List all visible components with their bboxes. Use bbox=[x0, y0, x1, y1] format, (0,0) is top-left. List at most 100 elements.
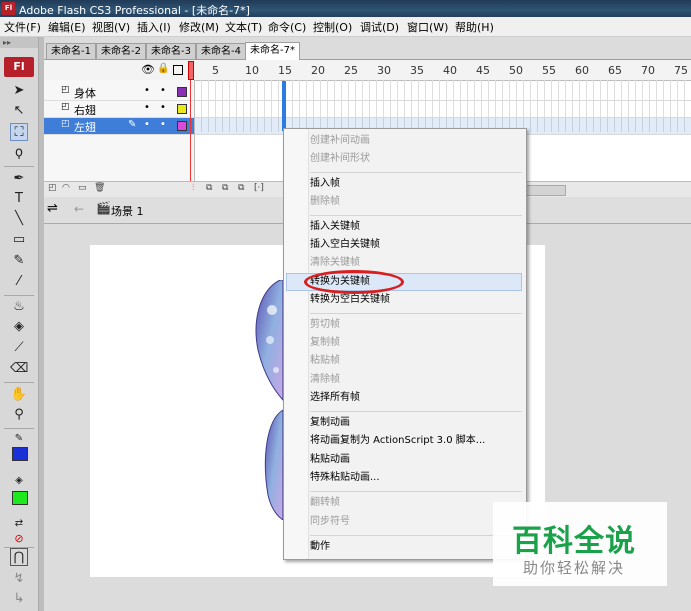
snap-to-objects-magnet-icon[interactable]: ⋂ bbox=[10, 548, 28, 566]
menu-commands[interactable]: 命令(C) bbox=[268, 19, 306, 35]
menu-edit[interactable]: 编辑(E) bbox=[48, 19, 86, 35]
menu-view[interactable]: 视图(V) bbox=[92, 19, 130, 35]
menu-item-insert-keyframe[interactable]: 插入关键帧 bbox=[310, 218, 360, 235]
pencil-tool-icon[interactable]: ✎ bbox=[10, 252, 28, 270]
menu-item-insert-blank-keyframe[interactable]: 插入空白关键帧 bbox=[310, 236, 380, 253]
tab-untitled-7[interactable]: 未命名-7* bbox=[245, 42, 300, 60]
menu-modify[interactable]: 修改(M) bbox=[179, 19, 219, 35]
center-frame-icon[interactable]: ⫶ bbox=[192, 183, 194, 193]
delete-layer-trash-icon[interactable]: 🗑 bbox=[94, 183, 105, 193]
frames-grid[interactable] bbox=[195, 80, 691, 135]
zoom-tool-icon[interactable]: ⚲ bbox=[10, 406, 28, 424]
menu-separator bbox=[310, 535, 522, 536]
insert-folder-icon[interactable]: ▭ bbox=[78, 183, 87, 193]
layer-row-left-wing[interactable]: ◰ 左翅 ✎ • • bbox=[44, 118, 194, 135]
add-motion-guide-icon[interactable]: ◠ bbox=[62, 183, 70, 193]
layer-row-body[interactable]: ◰ 身体 • • bbox=[44, 84, 194, 101]
no-color-icon[interactable]: ⊘ bbox=[10, 530, 28, 548]
insert-layer-icon[interactable]: ◰ bbox=[48, 183, 57, 193]
eyedropper-tool-icon[interactable]: ⟋ bbox=[10, 339, 28, 357]
timeline-toggle-icon[interactable]: ⇌ bbox=[47, 201, 58, 216]
hand-tool-icon[interactable]: ✋ bbox=[10, 386, 28, 404]
subselection-tool-icon[interactable]: ↖ bbox=[10, 102, 28, 120]
tab-untitled-4[interactable]: 未命名-4 bbox=[196, 43, 246, 59]
menu-help[interactable]: 帮助(H) bbox=[455, 19, 494, 35]
menu-window[interactable]: 窗口(W) bbox=[407, 19, 448, 35]
pen-tool-icon[interactable]: ✒ bbox=[10, 170, 28, 188]
title-bar: Fl Adobe Flash CS3 Professional - [未命名-7… bbox=[0, 0, 691, 17]
ink-bottle-tool-icon[interactable]: ♨ bbox=[10, 298, 28, 316]
menu-item-paste-motion[interactable]: 粘贴动画 bbox=[310, 451, 350, 468]
menu-item-paste-frames[interactable]: 粘贴帧 bbox=[310, 352, 340, 369]
stroke-color-pencil-icon: ✎ bbox=[14, 433, 24, 444]
playhead-handle[interactable] bbox=[188, 61, 194, 80]
menu-item-insert-frame[interactable]: 插入帧 bbox=[310, 175, 340, 192]
lasso-tool-icon[interactable]: ϙ bbox=[10, 144, 28, 162]
outline-icon[interactable] bbox=[173, 65, 183, 75]
menu-item-clear-frames[interactable]: 清除帧 bbox=[310, 371, 340, 388]
menu-item-actions[interactable]: 動作 bbox=[310, 538, 330, 555]
menu-item-cut-frames[interactable]: 剪切帧 bbox=[310, 316, 340, 333]
fill-color-swatch[interactable] bbox=[12, 491, 28, 505]
menu-file[interactable]: 文件(F) bbox=[4, 19, 41, 35]
menu-item-select-all-frames[interactable]: 选择所有帧 bbox=[310, 389, 360, 406]
lock-dot[interactable]: • bbox=[160, 102, 166, 113]
menu-item-paste-motion-special[interactable]: 特殊粘贴动画... bbox=[310, 469, 380, 486]
menu-item-create-motion-tween[interactable]: 创建补间动画 bbox=[310, 132, 370, 149]
stroke-color-swatch[interactable] bbox=[12, 447, 28, 461]
playhead[interactable] bbox=[188, 61, 194, 196]
selected-frames[interactable] bbox=[282, 81, 286, 131]
eraser-tool-icon[interactable]: ⌫ bbox=[10, 360, 28, 378]
back-arrow-icon[interactable]: ← bbox=[74, 202, 84, 216]
lock-dot[interactable]: • bbox=[160, 85, 166, 96]
lock-dot[interactable]: • bbox=[160, 119, 166, 130]
selection-tool-icon[interactable]: ➤ bbox=[10, 82, 28, 100]
smooth-option-icon[interactable]: ↯ bbox=[10, 570, 28, 588]
layer-color-box[interactable] bbox=[177, 121, 187, 131]
tab-untitled-3[interactable]: 未命名-3 bbox=[146, 43, 196, 59]
modify-onion-markers-icon[interactable]: [·] bbox=[254, 183, 264, 193]
tab-untitled-1[interactable]: 未命名-1 bbox=[46, 43, 96, 59]
straighten-option-icon[interactable]: ↳ bbox=[10, 590, 28, 608]
show-hide-eye-icon[interactable]: 👁 bbox=[141, 63, 155, 76]
layer-color-box[interactable] bbox=[177, 104, 187, 114]
menu-item-synchronize-symbols[interactable]: 同步符号 bbox=[310, 513, 350, 530]
tool-divider bbox=[4, 428, 34, 429]
text-tool-icon[interactable]: T bbox=[10, 190, 28, 208]
line-tool-icon[interactable]: ╲ bbox=[10, 210, 28, 228]
visibility-dot[interactable]: • bbox=[144, 119, 150, 130]
menu-item-clear-keyframe[interactable]: 清除关键帧 bbox=[310, 254, 360, 271]
onion-skin-icon[interactable]: ⧉ bbox=[206, 183, 212, 193]
scene-label[interactable]: 场景 1 bbox=[111, 203, 144, 219]
menu-item-create-shape-tween[interactable]: 创建补间形状 bbox=[310, 150, 370, 167]
frame-row[interactable] bbox=[195, 84, 691, 101]
menu-separator bbox=[310, 411, 522, 412]
menu-item-copy-motion[interactable]: 复制动画 bbox=[310, 414, 350, 431]
layer-name: 右翅 bbox=[74, 104, 96, 117]
tab-untitled-2[interactable]: 未命名-2 bbox=[96, 43, 146, 59]
brush-tool-icon[interactable]: ⁄ bbox=[10, 273, 28, 291]
fill-color-bucket-icon: ◈ bbox=[15, 475, 23, 486]
paint-bucket-tool-icon[interactable]: ◈ bbox=[10, 318, 28, 336]
menu-control[interactable]: 控制(O) bbox=[313, 19, 352, 35]
menu-item-remove-frames[interactable]: 删除帧 bbox=[310, 193, 340, 210]
menu-item-reverse-frames[interactable]: 翻转帧 bbox=[310, 494, 340, 511]
visibility-dot[interactable]: • bbox=[144, 85, 150, 96]
free-transform-tool-icon[interactable]: ⛶ bbox=[10, 123, 28, 141]
rectangle-tool-icon[interactable]: ▭ bbox=[10, 231, 28, 249]
menu-item-copy-motion-as-as3[interactable]: 将动画复制为 ActionScript 3.0 脚本... bbox=[310, 432, 485, 449]
menu-debug[interactable]: 调试(D) bbox=[360, 19, 399, 35]
layer-row-right-wing[interactable]: ◰ 右翅 • • bbox=[44, 101, 194, 118]
panel-grip-icon[interactable]: ▸▸ bbox=[0, 37, 38, 48]
onion-skin-outlines-icon[interactable]: ⧉ bbox=[222, 183, 228, 193]
menu-insert[interactable]: 插入(I) bbox=[137, 19, 171, 35]
frame-number: 55 bbox=[542, 64, 556, 77]
layer-color-box[interactable] bbox=[177, 87, 187, 97]
menu-text[interactable]: 文本(T) bbox=[225, 19, 262, 35]
frame-row[interactable] bbox=[195, 101, 691, 118]
menu-item-copy-frames[interactable]: 复制帧 bbox=[310, 334, 340, 351]
visibility-dot[interactable]: • bbox=[144, 102, 150, 113]
menu-separator bbox=[310, 172, 522, 173]
lock-icon[interactable]: 🔒 bbox=[157, 63, 169, 74]
edit-multiple-frames-icon[interactable]: ⧉ bbox=[238, 183, 244, 193]
